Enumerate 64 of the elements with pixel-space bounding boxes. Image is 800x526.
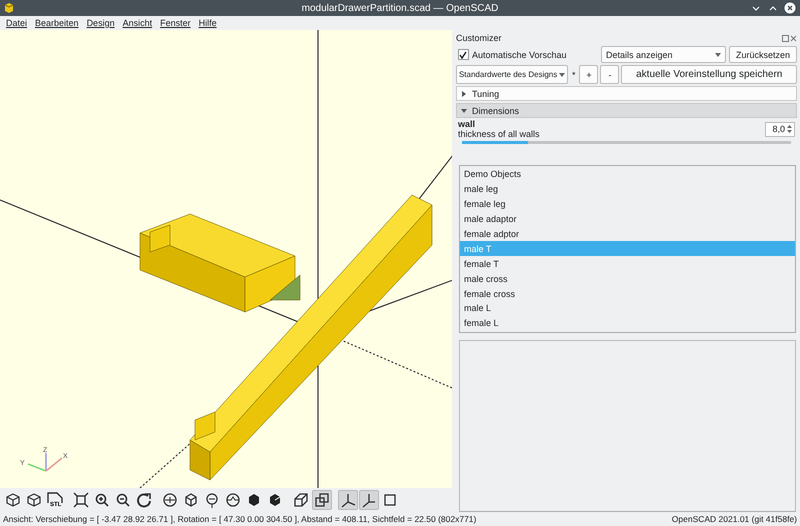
z-axis-line bbox=[45, 453, 47, 471]
menu-item[interactable]: Datei bbox=[2, 18, 32, 28]
close-icon[interactable] bbox=[790, 34, 797, 42]
section-header[interactable]: Dimensions bbox=[456, 103, 797, 118]
dropdown-option[interactable]: female T bbox=[460, 256, 795, 272]
close-icon[interactable] bbox=[784, 2, 796, 14]
dropdown-option[interactable]: male L bbox=[460, 301, 795, 316]
spin-arrows-icon bbox=[787, 124, 792, 134]
scale-markers-icon bbox=[360, 491, 378, 509]
dropdown-option[interactable]: male cross bbox=[460, 271, 795, 286]
orthogonal-button[interactable] bbox=[312, 490, 332, 510]
checkbox[interactable] bbox=[458, 49, 469, 60]
expand-arrow-icon bbox=[460, 90, 467, 96]
menu-item[interactable]: Hilfe bbox=[194, 18, 221, 28]
menu-item[interactable]: Design bbox=[82, 18, 119, 28]
value-slider[interactable] bbox=[462, 141, 791, 144]
preview-icon bbox=[25, 491, 43, 509]
remove-preset-button[interactable]: - bbox=[600, 65, 620, 84]
checkbox-label: Automatische Vorschau bbox=[472, 50, 567, 60]
parameter-name: wall bbox=[458, 119, 476, 129]
dropdown-option[interactable]: Demo Objects bbox=[460, 167, 795, 182]
scale-markers-button[interactable] bbox=[359, 490, 379, 510]
view-all-button[interactable] bbox=[71, 490, 91, 510]
collapse-arrow-icon bbox=[460, 108, 467, 114]
modified-marker: * bbox=[570, 70, 576, 80]
reset-view-button[interactable] bbox=[134, 490, 154, 510]
axes-icon bbox=[339, 491, 357, 509]
reset-view-icon bbox=[135, 491, 153, 509]
parameter-description: thickness of all walls bbox=[458, 129, 540, 139]
zoom-in-icon bbox=[93, 491, 111, 509]
add-preset-button[interactable]: + bbox=[579, 65, 598, 84]
dropdown-option[interactable]: female adptor bbox=[460, 226, 795, 242]
view-status: Ansicht: Verschiebung = [ -3.47 28.92 26.71 ], Rotation = [ 47.30 0.00 304.50 ], Abstand = 408.11, Sichtfeld = 22.50 (802x771) bbox=[3, 514, 476, 524]
axes-button[interactable] bbox=[338, 490, 358, 510]
y-axis-line bbox=[28, 463, 46, 472]
zoom-out-icon bbox=[114, 491, 132, 509]
caret-icon bbox=[714, 52, 721, 56]
menu-item[interactable]: Fenster bbox=[156, 18, 195, 28]
view-all-icon bbox=[72, 491, 90, 509]
app-icon bbox=[3, 2, 15, 14]
dropdown-option[interactable]: male leg bbox=[460, 182, 795, 197]
dropdown-option[interactable]: male adaptor bbox=[460, 212, 795, 227]
orthogonal-icon bbox=[313, 491, 331, 509]
save-preset-button[interactable]: aktuelle Voreinstellung speichern bbox=[621, 65, 797, 84]
view-left-icon bbox=[224, 491, 242, 509]
window-title: modularDrawerPartition.scad — OpenSCAD bbox=[302, 2, 498, 14]
panel-title: Customizer bbox=[456, 33, 502, 43]
dropdown-option[interactable]: female L bbox=[460, 316, 795, 331]
reset-button[interactable]: Zurücksetzen bbox=[728, 46, 797, 63]
dropdown-option[interactable]: female leg bbox=[460, 196, 795, 212]
version-label: OpenSCAD 2021.01 (git 41f58fe) bbox=[672, 514, 797, 524]
dropdown-option[interactable]: female cross bbox=[460, 286, 795, 302]
render-icon bbox=[4, 491, 22, 509]
preset-dropdown[interactable]: Standardwerte des Designs bbox=[456, 65, 568, 84]
x-axis-line bbox=[46, 457, 62, 472]
float-icon[interactable] bbox=[782, 34, 789, 42]
menu-item[interactable]: Bearbeiten bbox=[31, 18, 83, 28]
perspective-icon bbox=[292, 491, 310, 509]
view-right-icon bbox=[161, 491, 179, 509]
caret-icon bbox=[558, 72, 565, 76]
section-header[interactable]: Tuning bbox=[456, 86, 797, 101]
details-dropdown[interactable]: Details anzeigen bbox=[600, 46, 726, 63]
value-spinbox[interactable]: 8,0 bbox=[765, 122, 795, 136]
menu-item[interactable]: Ansicht bbox=[118, 18, 156, 28]
